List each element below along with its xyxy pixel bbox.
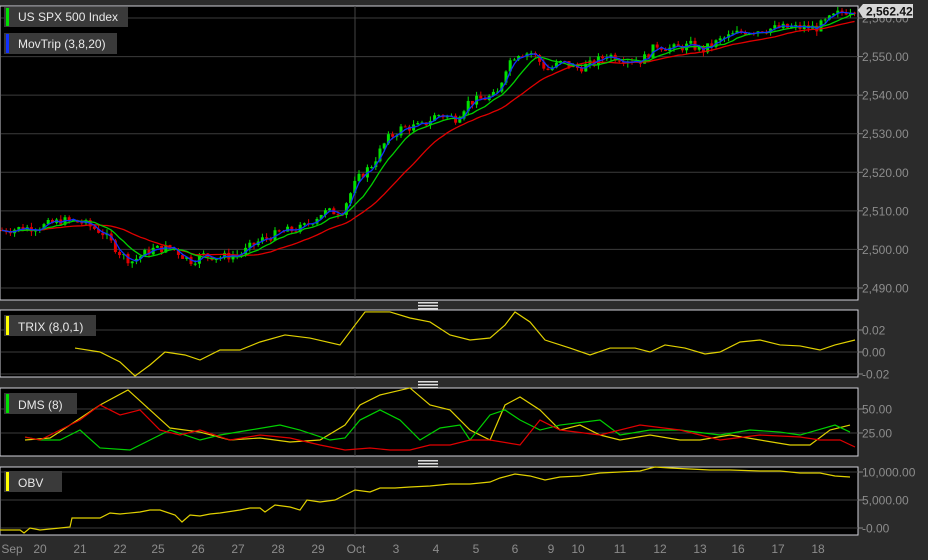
legend-spx[interactable]: US SPX 500 Index [4,7,128,27]
x-tick-label: 29 [311,542,325,556]
y-tick-label: 10,000.00 [862,466,916,480]
candle-body [416,123,420,125]
candle-body [193,263,197,265]
last-price-tag: 2,562.42 [858,4,913,19]
x-tick-label: Sep [1,542,23,556]
candle-body [130,261,134,264]
x-tick-label: 20 [33,542,47,556]
candle-body [479,95,483,99]
y-tick-label: -0.02 [862,368,890,382]
candle-body [512,59,516,61]
x-tick-label: 13 [693,542,707,556]
candle-body [290,226,294,232]
x-tick-label: 25 [151,542,165,556]
y-tick-label: 5,000.00 [862,494,909,508]
x-tick-label: 21 [73,542,87,556]
candle-body [403,126,407,128]
candle-body [357,173,361,181]
trading-chart[interactable]: 2,560.002,550.002,540.002,530.002,520.00… [0,0,928,560]
candle-body [546,68,550,70]
legend-obv[interactable]: OBV [4,471,62,492]
candle-body [328,208,332,211]
candle-body [277,230,281,232]
x-tick-label: 4 [433,542,440,556]
x-tick-label: 12 [653,542,667,556]
legend-color-swatch [6,8,9,26]
candle-body [391,134,395,137]
candle-body [155,245,159,248]
x-tick-label: 18 [811,542,825,556]
y-tick-label: 2,530.00 [862,127,909,141]
x-tick-label: Oct [347,542,366,556]
y-tick-label: 0.02 [862,324,886,338]
x-tick-label: 28 [271,542,285,556]
y-tick-label: 50.00 [862,403,892,417]
candle-body [118,251,122,256]
x-tick-label: 27 [231,542,245,556]
candle-body [454,115,458,123]
legend-color-swatch [6,472,9,491]
x-tick-label: 5 [473,542,480,556]
x-tick-label: 6 [512,542,519,556]
x-tick-label: 9 [548,542,555,556]
candle-body [601,56,605,59]
legend-label: TRIX (8,0,1) [18,320,83,334]
y-tick-label: 2,520.00 [862,166,909,180]
candle-body [617,60,621,62]
y-tick-label: 2,540.00 [862,89,909,103]
y-tick-label: 25.00 [862,427,892,441]
candle-body [302,223,306,225]
candle-body [689,40,693,44]
legend-label: OBV [18,476,43,490]
x-tick-label: 3 [393,542,400,556]
x-tick-label: 16 [731,542,745,556]
candle-body [437,115,441,117]
x-tick-label: 22 [113,542,127,556]
x-tick-label: 26 [191,542,205,556]
legend-label: DMS (8) [18,398,63,412]
x-tick-label: 10 [571,542,585,556]
legend-dms[interactable]: DMS (8) [4,393,77,414]
trix-panel[interactable] [0,309,859,378]
candle-body [80,222,84,224]
candle-body [336,214,340,216]
x-tick-label: 11 [614,542,627,556]
splitter-grip-icon[interactable] [418,302,438,310]
y-tick-label: 0.00 [862,346,886,360]
splitter-grip-icon[interactable] [418,460,438,468]
candle-body [718,38,722,41]
candle-body [370,167,374,169]
legend-trix[interactable]: TRIX (8,0,1) [4,315,96,336]
y-tick-label: 2,500.00 [862,243,909,257]
y-tick-label: 2,490.00 [862,282,909,296]
candle-body [265,237,269,239]
legend-color-swatch [6,34,9,53]
splitter-grip-icon[interactable] [418,381,438,389]
x-tick-label: 17 [771,542,785,556]
legend-movtrip[interactable]: MovTrip (3,8,20) [4,33,117,54]
y-tick-label: -0.00 [862,522,890,536]
candle-body [655,44,659,48]
legend-color-swatch [6,394,9,413]
legend-label: MovTrip (3,8,20) [18,37,106,51]
y-tick-label: 2,550.00 [862,50,909,64]
candle-body [823,19,827,21]
legend-label: US SPX 500 Index [18,10,118,24]
last-price-value: 2,562.42 [866,5,913,19]
obv-panel[interactable] [0,466,859,536]
legend-color-swatch [6,316,9,335]
y-tick-label: 2,510.00 [862,204,909,218]
